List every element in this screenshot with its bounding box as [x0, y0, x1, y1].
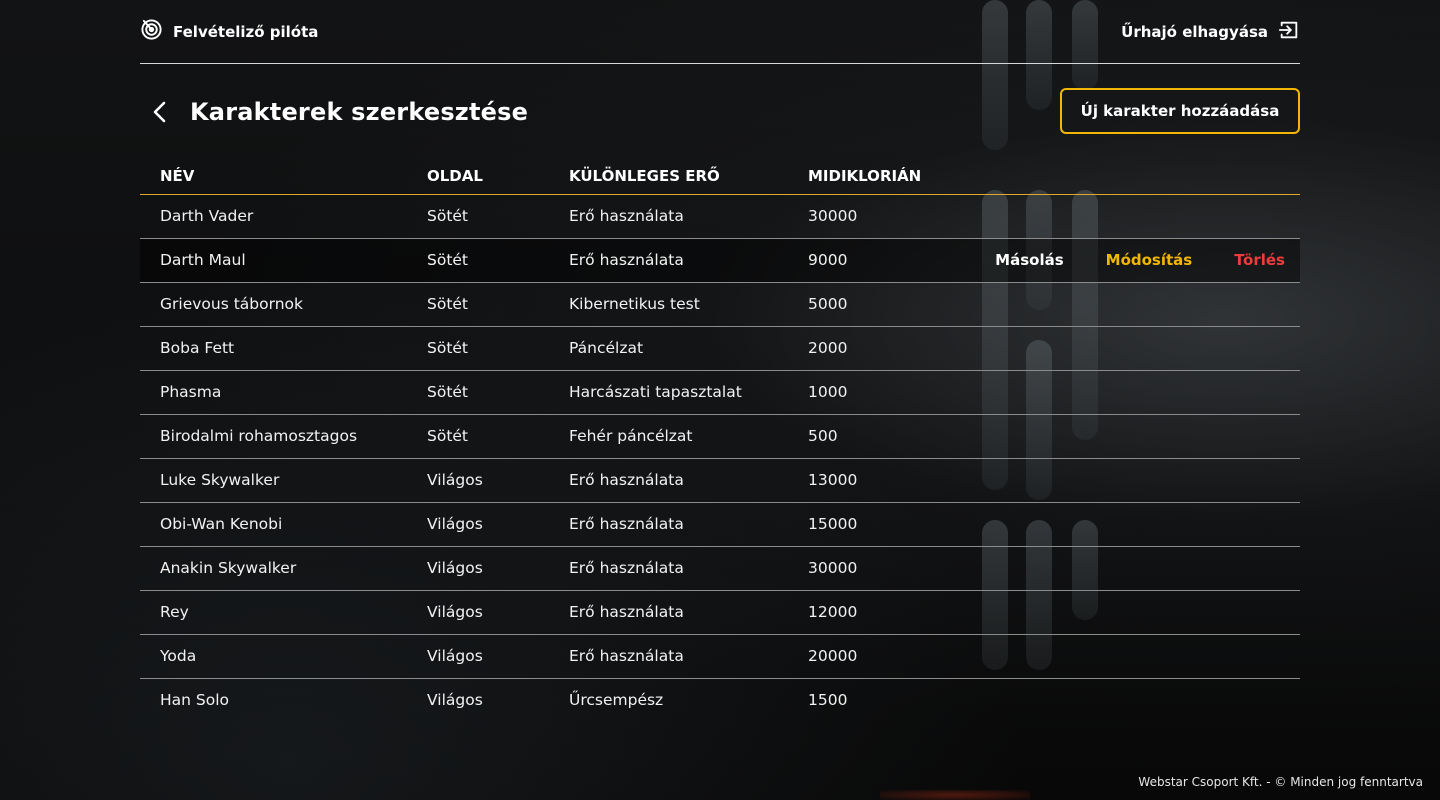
cell-power: Erő használata — [569, 194, 808, 239]
cell-name: Anakin Skywalker — [140, 546, 427, 591]
table-row[interactable]: Obi-Wan Kenobi Világos Erő használata 15… — [140, 502, 1300, 547]
leave-label: Űrhajó elhagyása — [1121, 22, 1268, 41]
cell-power: Erő használata — [569, 458, 808, 503]
cell-name: Phasma — [140, 370, 427, 415]
modify-button[interactable]: Módosítás — [1106, 251, 1193, 269]
cell-name: Han Solo — [160, 691, 230, 710]
cell-midichlorian: 1000 — [808, 370, 958, 415]
cell-actions — [958, 546, 1300, 591]
cell-actions: Másolás Módosítás Törlés — [958, 238, 1300, 283]
table-row[interactable]: Boba Fett Sötét Páncélzat 2000 — [140, 326, 1300, 371]
delete-button[interactable]: Törlés — [1234, 251, 1285, 269]
page-heading: Karakterek szerkesztése Új karakter hozz… — [140, 64, 1300, 158]
cell-midichlorian: 2000 — [808, 326, 958, 371]
cell-side: Világos — [427, 502, 569, 547]
cell-power: Harcászati tapasztalat — [569, 370, 808, 415]
cell-actions — [958, 414, 1300, 459]
cell-name: Grievous tábornok — [140, 282, 427, 327]
cell-power: Erő használata — [569, 634, 808, 679]
cell-name: Yoda — [140, 634, 427, 679]
column-header-power: KÜLÖNLEGES ERŐ — [569, 158, 808, 195]
cell-midichlorian: 13000 — [808, 458, 958, 503]
cell-side: Sötét — [427, 414, 569, 459]
cell-power: Kibernetikus test — [569, 282, 808, 327]
cell-side: Világos — [427, 458, 569, 503]
top-bar: Felvételiző pilóta Űrhajó elhagyása — [140, 0, 1300, 64]
cell-name: Rey — [140, 590, 427, 635]
cell-power: Páncélzat — [569, 326, 808, 371]
row-actions: Másolás Módosítás Törlés — [958, 251, 1300, 269]
cell-name: Birodalmi rohamosztagos — [140, 414, 427, 459]
cell-actions — [958, 634, 1300, 679]
cell-name: Luke Skywalker — [140, 458, 427, 503]
page-title: Karakterek szerkesztése — [190, 98, 529, 126]
chevron-left-icon[interactable] — [140, 92, 180, 132]
cell-midichlorian: 20000 — [808, 634, 958, 679]
table-row-hovered[interactable]: Darth Maul Sötét Erő használata 9000 Más… — [140, 238, 1300, 283]
pilot-label: Felvételiző pilóta — [173, 22, 319, 41]
cell-name: Obi-Wan Kenobi — [140, 502, 427, 547]
cell-power: Erő használata — [569, 546, 808, 591]
cell-actions — [958, 194, 1300, 239]
cell-power: Fehér páncélzat — [569, 414, 808, 459]
cell-midichlorian: 12000 — [808, 590, 958, 635]
cell-side: Világos — [427, 546, 569, 591]
cell-power: Erő használata — [569, 238, 808, 283]
table-row[interactable]: Rey Világos Erő használata 12000 — [140, 590, 1300, 635]
heading-left: Karakterek szerkesztése — [140, 92, 528, 132]
table-row[interactable]: Luke Skywalker Világos Erő használata 13… — [140, 458, 1300, 503]
add-character-button[interactable]: Új karakter hozzáadása — [1060, 88, 1300, 134]
cell-actions — [958, 326, 1300, 371]
cell-actions — [958, 502, 1300, 547]
cell-actions — [958, 590, 1300, 635]
cell-name: Boba Fett — [140, 326, 427, 371]
table-row[interactable]: Birodalmi rohamosztagos Sötét Fehér pánc… — [140, 414, 1300, 459]
radar-icon — [140, 18, 163, 45]
cell-name: Darth Vader — [140, 194, 427, 239]
cell-side: Világos — [427, 691, 483, 710]
cell-actions — [958, 678, 1300, 722]
cell-side: Világos — [427, 590, 569, 635]
table-row[interactable]: Darth Vader Sötét Erő használata 30000 — [140, 194, 1300, 239]
copy-button[interactable]: Másolás — [995, 251, 1063, 269]
cell-actions — [958, 282, 1300, 327]
cell-side: Világos — [427, 634, 569, 679]
table-row[interactable]: Grievous tábornok Sötét Kibernetikus tes… — [140, 282, 1300, 327]
cell-actions — [958, 370, 1300, 415]
logout-icon — [1278, 19, 1300, 45]
pilot-indicator: Felvételiző pilóta — [140, 18, 318, 45]
cell-side: Sötét — [427, 238, 569, 283]
column-header-side: OLDAL — [427, 158, 569, 195]
cell-actions — [958, 458, 1300, 503]
cell-power: Erő használata — [569, 590, 808, 635]
cell-midichlorian: 30000 — [808, 546, 958, 591]
cell-midichlorian: 500 — [808, 414, 958, 459]
cell-midichlorian: 30000 — [808, 194, 958, 239]
cell-side: Sötét — [427, 194, 569, 239]
cell-power: Űrcsempész — [569, 691, 664, 710]
cell-side: Sötét — [427, 282, 569, 327]
column-header-actions — [958, 158, 1300, 195]
characters-table: NÉV OLDAL KÜLÖNLEGES ERŐ MIDIKLORIÁN Dar… — [140, 158, 1300, 722]
cell-midichlorian: 15000 — [808, 502, 958, 547]
cell-power: Erő használata — [569, 502, 808, 547]
cell-side: Sötét — [427, 370, 569, 415]
background-glow — [880, 790, 1030, 800]
cell-side: Sötét — [427, 326, 569, 371]
table-header-row: NÉV OLDAL KÜLÖNLEGES ERŐ MIDIKLORIÁN — [140, 158, 1300, 195]
table-row[interactable]: Phasma Sötét Harcászati tapasztalat 1000 — [140, 370, 1300, 415]
cell-midichlorian: 1500 — [808, 691, 848, 710]
main-container: Felvételiző pilóta Űrhajó elhagyása Kara… — [140, 0, 1300, 722]
table-row[interactable]: Han Solo Világos Űrcsempész 1500 — [140, 678, 1300, 722]
cell-midichlorian: 5000 — [808, 282, 958, 327]
cell-midichlorian: 9000 — [808, 238, 958, 283]
cell-name: Darth Maul — [140, 238, 427, 283]
table-row[interactable]: Anakin Skywalker Világos Erő használata … — [140, 546, 1300, 591]
column-header-midichlorian: MIDIKLORIÁN — [808, 158, 958, 195]
footer-copyright: Webstar Csoport Kft. - © Minden jog fenn… — [1138, 775, 1423, 789]
leave-ship-button[interactable]: Űrhajó elhagyása — [1121, 19, 1300, 45]
table-row[interactable]: Yoda Világos Erő használata 20000 — [140, 634, 1300, 679]
column-header-name: NÉV — [140, 158, 427, 195]
